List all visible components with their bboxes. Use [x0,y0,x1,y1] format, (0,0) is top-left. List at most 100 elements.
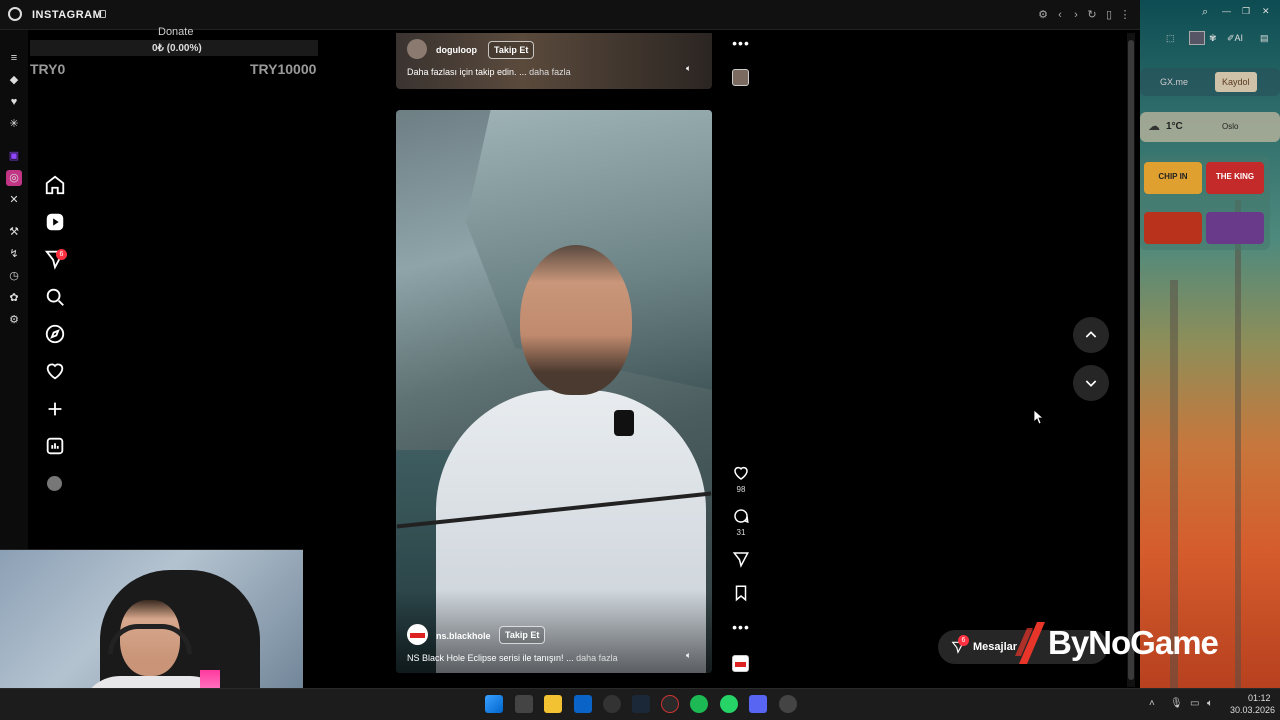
clock-date[interactable]: 30.03.2026 [1230,705,1275,715]
nsblackhole-avatar[interactable] [407,624,428,645]
wallpaper-tree [1235,200,1241,690]
explore-icon[interactable] [44,323,66,345]
mouse-cursor-icon [1034,410,1044,424]
donate-max: TRY10000 [250,61,317,77]
gx-control-icon[interactable]: ≡ [6,50,22,66]
wrench-icon[interactable]: ⚒ [6,224,22,240]
extensions-icon[interactable]: ✿ [6,290,22,306]
post-caption: NS Black Hole Eclipse serisi ile tanışın… [407,653,618,663]
volume-icon[interactable]: 🔈︎ [686,63,696,73]
x-icon[interactable]: ✕ [6,192,22,208]
messages-badge: 6 [958,635,969,646]
like-icon[interactable] [731,464,751,487]
gx-side-panel: ⌕ — ❐ ✕ ⬚ ✾ ✐AI ▤ GX.me Kaydol ☁ 1°C Osl… [1140,0,1280,690]
forward-icon[interactable]: › [1070,9,1082,21]
create-icon[interactable] [44,398,66,420]
network-icon[interactable]: ▭ [1190,698,1199,709]
notes-icon[interactable]: ▤ [1260,33,1269,44]
comment-count: 31 [736,528,746,537]
scroll-down-button[interactable] [1073,365,1109,401]
steelseries-icon[interactable] [603,695,621,713]
profile-avatar[interactable] [47,476,62,491]
register-label: Kaydol [1222,77,1250,87]
post-username[interactable]: ns.blackhole [436,631,491,641]
clock-time[interactable]: 01:12 [1248,693,1271,703]
close-icon[interactable]: ✕ [1262,6,1270,17]
audio-thumbnail[interactable] [732,69,749,86]
brand-watermark: ByNoGame [1048,624,1219,661]
bynogame-logo-icon [1015,622,1045,664]
more-link[interactable]: daha fazla [574,653,618,663]
follow-button[interactable]: Takip Et [488,41,535,59]
search-icon[interactable]: ⌕ [1202,6,1208,19]
follow-button[interactable]: Takip Et [499,626,546,644]
messages-label: Mesajlar [973,641,1018,653]
task-view-icon[interactable] [515,695,533,713]
menu-icon[interactable]: ⋮ [1119,9,1131,21]
weather-widget [1140,112,1280,142]
gx-settings-icon[interactable]: ⚙ [6,312,22,328]
more-link[interactable]: daha fazla [527,67,571,77]
game-tile-3[interactable] [1144,212,1202,244]
weather-temp: 1°C [1166,121,1183,132]
reel-video[interactable]: ns.blackhole Takip Et NS Black Hole Ecli… [396,110,712,673]
opera-logo-icon[interactable] [8,7,22,21]
post-caption: Daha fazlası için takip edin. ... daha f… [407,67,571,77]
settings-icon[interactable]: ⚙ [1037,9,1049,21]
gxme-link[interactable]: GX.me [1160,77,1188,87]
outlook-icon[interactable] [574,695,592,713]
game-tile-4[interactable] [1206,212,1264,244]
audio-thumbnail[interactable] [732,655,749,672]
home-icon[interactable] [44,174,66,196]
volume-icon[interactable]: 🔈︎ [1207,698,1213,709]
donate-label: Donate [158,26,194,38]
spotify-icon[interactable] [690,695,708,713]
mods-icon[interactable]: ✾ [1209,33,1217,44]
weather-icon: ☁ [1148,119,1160,133]
twitch-icon[interactable]: ▣ [6,148,22,164]
save-icon[interactable] [731,584,751,607]
volume-icon[interactable]: 🔈︎ [686,650,696,660]
fire-icon[interactable]: ↯ [6,246,22,262]
ai-icon[interactable]: ✐AI [1227,33,1243,44]
maximize-icon[interactable]: ❐ [1242,6,1250,17]
gx-sidebar: ≡ ◆ ♥ ✳ ▣ ◎ ✕ ⚒ ↯ ◷ ✿ ⚙ [0,30,28,550]
discord-icon[interactable] [749,695,767,713]
more-options-icon[interactable]: ••• [731,35,751,51]
post-username[interactable]: doguloop [436,45,477,55]
snapshot-icon[interactable]: ⬚ [1166,33,1175,44]
scroll-up-button[interactable] [1073,317,1109,353]
doguloop-avatar[interactable] [407,39,427,59]
like-count: 98 [736,485,746,494]
more-options-icon[interactable]: ••• [731,619,751,635]
game-tile-chip-in[interactable]: CHIP IN [1144,162,1202,194]
history-icon[interactable]: ◷ [6,268,22,284]
minimize-icon[interactable]: — [1222,6,1231,16]
reels-icon[interactable] [44,211,66,233]
whatsapp-icon[interactable] [720,695,738,713]
donate-min: TRY0 [30,61,66,77]
reload-icon[interactable]: ↻ [1086,9,1098,21]
steam-icon[interactable] [632,695,650,713]
tray-expand-icon[interactable]: ˄ [1149,698,1155,709]
file-explorer-icon[interactable] [544,695,562,713]
pin-icon[interactable]: ▯ [1103,9,1115,21]
app-icon[interactable] [779,695,797,713]
instagram-icon[interactable]: ◎ [6,170,22,186]
scrollbar-thumb[interactable] [1128,40,1134,680]
wallpaper-thumbnail[interactable] [1189,31,1205,45]
start-icon[interactable] [485,695,503,713]
comment-icon[interactable] [731,507,751,530]
gx-corner-icon[interactable]: ◆ [6,72,22,88]
game-tile-the-king[interactable]: THE KING [1206,162,1264,194]
gx-aria-icon[interactable]: ✳ [6,116,22,132]
search-icon[interactable] [44,286,66,308]
microphone-icon[interactable]: 🎙︎ [1170,698,1183,709]
previous-post[interactable]: doguloop Takip Et Daha fazlası için taki… [396,33,712,89]
dashboard-icon[interactable] [44,435,66,457]
gx-player-icon[interactable]: ♥ [6,94,22,110]
notifications-icon[interactable] [44,360,66,382]
back-icon[interactable]: ‹ [1054,9,1066,21]
opera-gx-icon[interactable] [661,695,679,713]
share-icon[interactable] [731,550,751,573]
